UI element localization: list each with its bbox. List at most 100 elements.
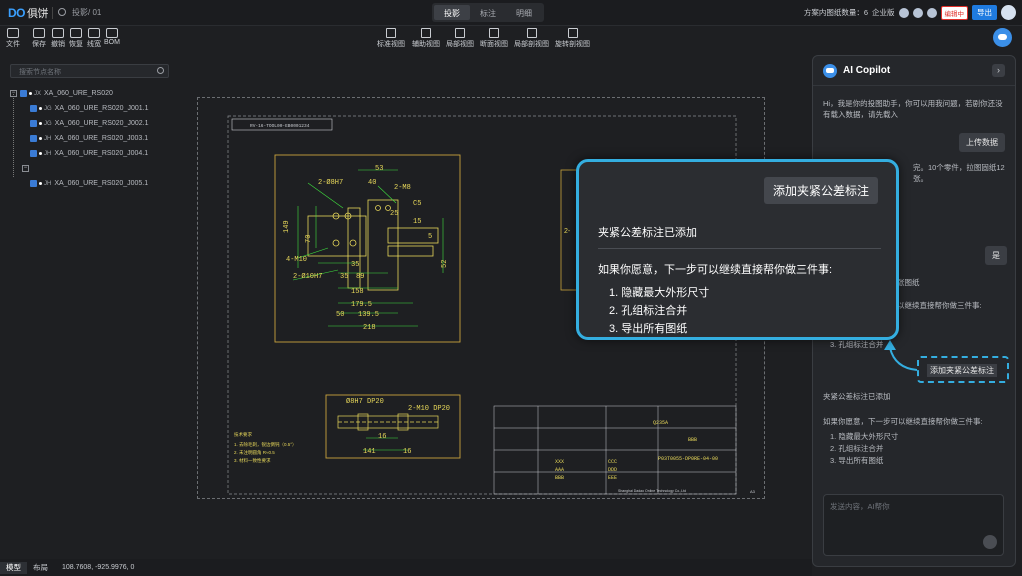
part-icon xyxy=(30,180,37,187)
app-logo[interactable]: DO 俱饼 xyxy=(8,5,49,21)
upload-data-button[interactable]: 上传数据 xyxy=(959,133,1005,152)
section-view-button[interactable]: 断面视图 xyxy=(480,28,508,49)
callout-list-item[interactable]: 2. 孔组标注合并 xyxy=(609,302,709,320)
send-icon[interactable] xyxy=(983,535,997,549)
section-dim: 141 xyxy=(363,448,376,456)
tb-code: CCC xyxy=(608,459,617,465)
dim-label: 2-M8 xyxy=(394,184,411,192)
toolbar: 文件 保存 撤销 恢复 线宽 BOM 标准视图 辅助视图 局部视图 断面视图 局… xyxy=(0,26,1022,52)
copilot-toggle-icon[interactable] xyxy=(993,28,1012,47)
save-button[interactable]: 保存 xyxy=(32,28,46,49)
partial-section-icon xyxy=(526,28,537,38)
section-dim: 16 xyxy=(403,448,411,456)
tab-projection[interactable]: 投影 xyxy=(434,5,470,20)
tab-model[interactable]: 模型 xyxy=(0,561,27,574)
title-code: RV-16-TOOL00-EB0001234 xyxy=(250,123,310,129)
divider xyxy=(52,7,53,19)
tree-item[interactable]: JG XA_060_URE_RS020_J002.1 xyxy=(10,116,180,131)
line-width-button[interactable]: 线宽 xyxy=(87,28,101,49)
tree-group[interactable]: − xyxy=(10,161,180,176)
section-dim: 2-M10 DP20 xyxy=(408,405,450,413)
bom-button[interactable]: BOM xyxy=(104,28,120,46)
copilot-list-item: 3. 导出所有图纸 xyxy=(830,456,884,465)
tree-root[interactable]: − JX XA_060_URE_RS020 xyxy=(10,86,180,101)
avatar[interactable] xyxy=(1001,5,1016,20)
partial-view-button[interactable]: 局部视图 xyxy=(446,28,474,49)
notes-title: 技术要求 xyxy=(234,431,252,438)
dim-label: 2-Ø8H7 xyxy=(318,178,343,187)
copilot-message: 完。10个零件，拉图固纸12张。 xyxy=(913,163,1005,183)
visibility-dot[interactable] xyxy=(39,122,42,125)
chevron-right-icon[interactable]: › xyxy=(992,64,1005,77)
part-icon xyxy=(30,120,37,127)
undo-button[interactable]: 撤销 xyxy=(51,28,65,49)
note-line: 2. 未注明圆角 R≈0.5 xyxy=(234,449,275,456)
copilot-header: AI Copilot › xyxy=(813,56,1015,86)
rotated-section-button[interactable]: 旋转剖视图 xyxy=(555,28,590,49)
save-icon xyxy=(33,28,45,38)
visibility-dot[interactable] xyxy=(39,107,42,110)
document-title[interactable]: 投影/ 01 xyxy=(58,7,101,18)
tree-item[interactable]: JH XA_060_URE_RS020_J005.1 xyxy=(10,176,180,191)
dim-label: 2-Ø10H7 xyxy=(293,272,322,281)
dim-label: 218 xyxy=(363,324,376,332)
tb-company: Shanghai Dadao Online Technology Co.,Ltd xyxy=(618,489,686,493)
edit-status-button[interactable]: 编辑中 xyxy=(940,5,968,20)
copilot-followup: 如果你愿意，下一步可以继续直接帮你做三件事: xyxy=(823,417,983,426)
callout-list-item[interactable]: 1. 隐藏最大外形尺寸 xyxy=(609,284,709,302)
tree-item[interactable]: JH XA_060_URE_RS020_J003.1 xyxy=(10,131,180,146)
dim-label: 35 xyxy=(340,273,348,281)
collapse-icon[interactable]: − xyxy=(10,90,17,97)
file-button[interactable]: 文件 xyxy=(6,28,20,49)
tb-material: Q235A xyxy=(653,420,668,426)
export-button[interactable]: 导出 xyxy=(972,5,997,20)
redo-button[interactable]: 恢复 xyxy=(69,28,83,49)
rotated-section-icon xyxy=(567,28,578,38)
redo-icon xyxy=(70,28,82,38)
request-chip[interactable]: 添加夹紧公差标注 xyxy=(763,177,878,204)
visibility-dot[interactable] xyxy=(29,92,32,95)
visibility-dot[interactable] xyxy=(39,152,42,155)
highlighted-request-chip[interactable]: 添加夹紧公差标注 xyxy=(917,356,1009,383)
visibility-dot[interactable] xyxy=(39,137,42,140)
search-input[interactable]: 搜索节点名称 xyxy=(10,64,169,78)
dim-label: 158 xyxy=(351,288,364,296)
tab-annotation[interactable]: 标注 xyxy=(470,5,506,20)
user-icon[interactable] xyxy=(898,7,909,18)
chat-input[interactable]: 发送内容，AI帮你 xyxy=(823,494,1004,556)
tree-item[interactable]: JG XA_060_URE_RS020_J001.1 xyxy=(10,101,180,116)
dim-label: 40 xyxy=(368,179,376,187)
tb-bbb: BBB xyxy=(688,437,697,443)
tab-layout[interactable]: 布局 xyxy=(27,562,54,574)
partial-section-button[interactable]: 局部剖视图 xyxy=(514,28,549,49)
tab-details[interactable]: 明细 xyxy=(506,5,542,20)
divider xyxy=(598,248,881,249)
copilot-greeting: Hi，我是你的投图助手，你可以用我问题，若剧你还没有载入数据，请先载入 xyxy=(823,99,1003,119)
copilot-message: 以继续直接帮你做三件事: xyxy=(897,301,982,310)
tree-item[interactable]: JH XA_060_URE_RS020_J004.1 xyxy=(10,146,180,161)
share-icon[interactable] xyxy=(912,7,923,18)
copilot-status: 夹紧公差标注已添加 xyxy=(823,392,891,401)
visibility-dot[interactable] xyxy=(39,182,42,185)
callout-list-item[interactable]: 3. 导出所有图纸 xyxy=(609,320,709,338)
dim-label: 89 xyxy=(356,273,364,281)
note-line: 1. 去除毛刺，锐边倒钝（0.5°） xyxy=(234,441,297,448)
dim-label: 149 xyxy=(283,220,291,233)
search-icon[interactable] xyxy=(157,67,164,74)
dim-label: 179.5 xyxy=(351,301,372,309)
dim-label: 2- xyxy=(564,228,571,235)
undo-icon xyxy=(52,28,64,38)
copilot-title: AI Copilot xyxy=(843,65,891,76)
dim-label: 53 xyxy=(375,165,383,173)
folder-icon xyxy=(7,28,19,38)
auxiliary-view-button[interactable]: 辅助视图 xyxy=(412,28,440,49)
dim-label: 25 xyxy=(390,210,398,218)
yes-button[interactable]: 是 xyxy=(985,246,1007,265)
part-icon xyxy=(30,150,37,157)
standard-view-button[interactable]: 标准视图 xyxy=(377,28,405,49)
enterprise-label: 企业版 xyxy=(872,8,895,17)
help-icon[interactable] xyxy=(926,7,937,18)
collapse-icon[interactable]: − xyxy=(22,165,29,172)
dim-label: 50 xyxy=(336,311,344,319)
tb-scale: A3 xyxy=(750,489,756,494)
